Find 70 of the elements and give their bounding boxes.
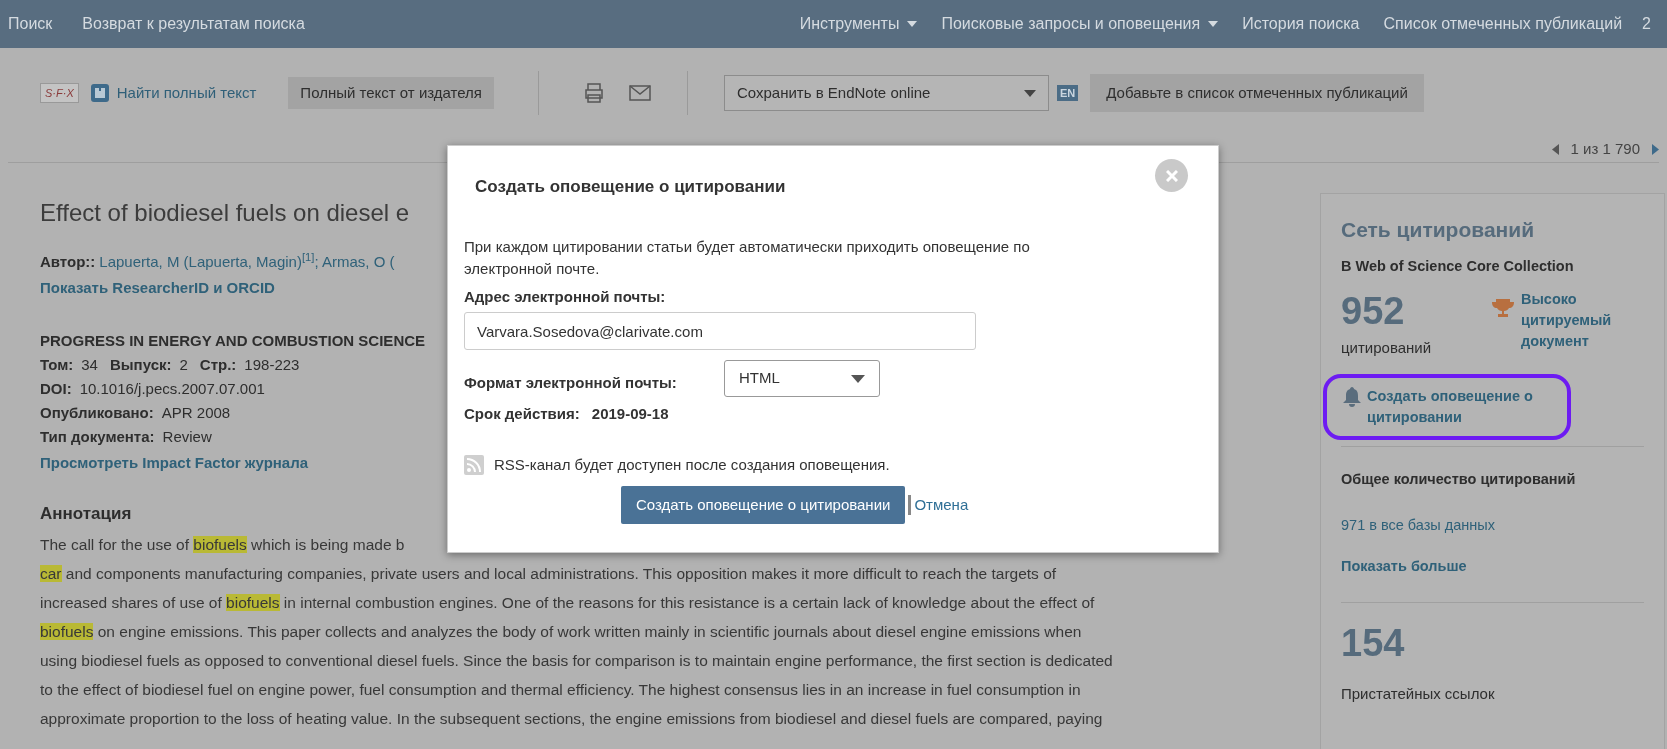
caret-icon — [907, 21, 918, 27]
abstract-line: using biodiesel fuels as opposed to conventional diesel fuels. Since the basis for comparison is to maintain engine performance, the first section is dedicated — [40, 651, 1114, 671]
abstract-heading: Аннотация — [40, 502, 132, 525]
nav-link[interactable]: Список отмеченных публикаций — [1371, 12, 1635, 36]
abstract-line: approximate proportion to the loss of heating value. In the subsequent sections, the engine emissions from biodiesel and diesel fuels are compared, paying — [40, 709, 1104, 729]
abstract-line: biofuels on engine emissions. This paper collects and analyzes the body of work written mainly in scientific journals about diesel engine emissions when — [40, 622, 1083, 642]
field-value: APR 2008 — [161, 403, 231, 423]
rss-note: RSS-канал будет доступен после создания оповещения. — [494, 454, 890, 475]
add-to-marked-list-button[interactable]: Добавьте в список отмеченных публикаций — [1090, 73, 1424, 113]
nav-link[interactable]: Поиск — [0, 12, 68, 36]
sfx-logo[interactable]: S·F·X — [40, 82, 79, 104]
volume-value: 34 — [81, 355, 98, 375]
highly-cited-link[interactable]: Высоко цитируемый документ — [1521, 289, 1631, 360]
nav-link[interactable]: Инструменты — [787, 12, 930, 36]
find-full-text-link[interactable]: Найти полный текст — [116, 81, 257, 105]
publisher-full-text-button[interactable]: Полный текст от издателя — [288, 76, 494, 110]
field-value: Review — [162, 427, 212, 447]
pages-value: 198-223 — [244, 355, 300, 375]
field-label: DOI: — [40, 379, 72, 399]
cancel-link[interactable]: Отмена — [914, 493, 969, 517]
card-subtitle: В Web of Science Core Collection — [1341, 256, 1575, 276]
caret-icon — [1024, 89, 1036, 97]
create-alert-link[interactable]: Создать оповещение о цитировании — [1367, 385, 1559, 428]
format-label: Формат электронной почты: — [464, 373, 678, 394]
previous-icon[interactable] — [1551, 143, 1559, 155]
next-icon[interactable] — [1652, 143, 1659, 155]
pages-label: Стр.: — [199, 355, 237, 375]
references-label: Пристатейных ссылок — [1341, 684, 1496, 704]
card-title: Сеть цитирований — [1341, 217, 1536, 243]
abstract-line: increased shares of use of biofuels in internal combustion engines. One of the reasons for this resistance is a certain lack of knowledge about the effect of — [40, 593, 1096, 613]
close-icon — [1165, 169, 1178, 182]
issue-value: 2 — [179, 355, 188, 375]
bell-icon — [1343, 386, 1361, 407]
save-select[interactable]: Сохранить в EndNote online — [724, 75, 1049, 111]
email-field[interactable]: Varvara.Sosedova@clarivate.com — [464, 312, 976, 350]
email-label: Адрес электронной почты: — [464, 286, 667, 307]
record-title: Effect of biodiesel fuels on diesel e — [40, 198, 411, 228]
format-select[interactable]: HTML — [724, 360, 880, 397]
nav-link[interactable]: История поиска — [1230, 12, 1372, 36]
expiry-label: Срок действия: — [464, 404, 580, 424]
journal-name: PROGRESS IN ENERGY AND COMBUSTION SCIENCE — [40, 331, 426, 351]
all-databases-link[interactable]: 971 в все базы данных — [1341, 514, 1644, 537]
endnote-logo[interactable]: EN — [1057, 85, 1079, 101]
caret-icon — [1208, 21, 1219, 27]
marked-count: 2 — [1641, 14, 1652, 34]
show-more-link[interactable]: Показать больше — [1341, 556, 1644, 578]
create-alert-button[interactable]: Создать оповещение о цитировании — [621, 486, 906, 524]
dialog-title: Создать оповещение о цитировании — [475, 176, 786, 198]
references-count: 154 — [1341, 621, 1406, 665]
nav-link[interactable]: Возврат к результатам поиска — [67, 12, 320, 36]
issue-label: Выпуск: — [109, 355, 172, 375]
field-label: Тип документа: — [40, 427, 155, 447]
field-label: Опубликовано: — [40, 403, 154, 423]
mail-icon[interactable] — [629, 85, 651, 101]
citation-count-label: цитирований — [1341, 338, 1433, 359]
dialog-description: При каждом цитировании статьи будет автоматически приходить оповещение по электронной почте. — [464, 236, 1031, 279]
author-label: Автор:: — [40, 252, 96, 272]
total-citations-heading: Общее количество цитирований — [1341, 469, 1577, 489]
author-links[interactable]: Lapuerta, M (Lapuerta, Magin)$^{[1]}$; Armas, O ( — [99, 251, 395, 274]
abstract-line: car and components manufacturing companies, private users and local administrations. This opposition makes it more difficult to reach the targets of — [40, 564, 1058, 584]
print-icon[interactable] — [583, 83, 605, 103]
nav-link[interactable]: Поисковые запросы и оповещения — [929, 12, 1231, 36]
pager-text: 1 из 1 790 — [1570, 138, 1640, 159]
volume-label: Том: — [40, 355, 74, 375]
expiry-value: 2019-09-18 — [591, 404, 669, 424]
citation-count: 952 — [1341, 289, 1406, 334]
field-value: 10.1016/j.pecs.2007.07.001 — [79, 379, 265, 399]
caret-icon — [851, 374, 865, 383]
abstract-line: to the effect of biodiesel fuel on engine power, fuel consumption and thermal efficiency. The highest consensus lies in an increase in fuel consumption in — [40, 680, 1082, 700]
rss-icon — [464, 454, 484, 475]
